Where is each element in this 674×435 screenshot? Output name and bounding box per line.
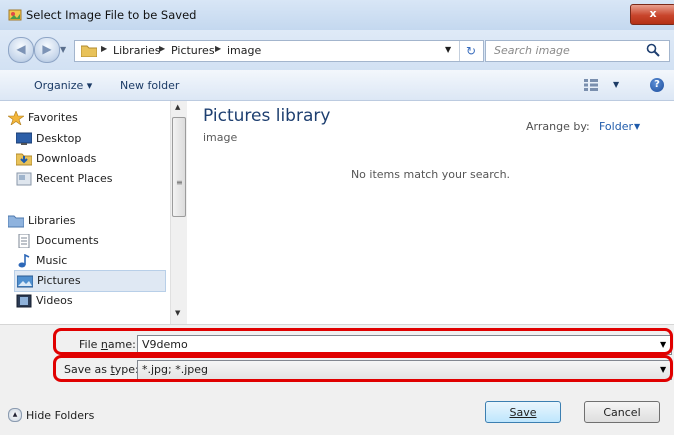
- highlight-file-name: [53, 328, 673, 355]
- sidebar-item-label: Music: [36, 254, 68, 267]
- folder-icon: [81, 45, 97, 57]
- sidebar-item-label: Libraries: [28, 214, 76, 227]
- new-folder-button[interactable]: New folder: [120, 79, 179, 92]
- navigation-scrollbar[interactable]: ▲ ≡ ▼: [170, 101, 187, 324]
- music-icon: [18, 254, 30, 268]
- chevron-right-icon: ▶: [159, 44, 166, 53]
- scroll-thumb[interactable]: ≡: [172, 117, 186, 217]
- search-placeholder: Search image: [494, 44, 570, 57]
- search-icon[interactable]: [646, 43, 660, 57]
- sidebar-item-label: Videos: [36, 294, 73, 307]
- navigation-pane: Favorites Desktop Downloads Recent Place…: [0, 101, 186, 324]
- help-icon[interactable]: ?: [650, 78, 664, 92]
- address-row: ◀ ▶ ▼ ▶ Libraries ▶ Pictures ▶ image ▼ ↻…: [0, 30, 674, 70]
- app-icon: [8, 9, 22, 21]
- collapse-icon[interactable]: ▲: [8, 408, 22, 422]
- sidebar-item-label: Favorites: [28, 111, 78, 124]
- hide-folders-button[interactable]: Hide Folders: [26, 409, 94, 422]
- scroll-up-icon[interactable]: ▲: [175, 103, 180, 111]
- organize-menu[interactable]: Organize ▾: [34, 79, 92, 92]
- downloads-icon: [16, 153, 32, 166]
- sidebar-item-libraries[interactable]: Libraries: [8, 211, 158, 231]
- videos-icon: [16, 294, 32, 308]
- star-icon: [8, 111, 24, 125]
- sidebar-item-videos[interactable]: Videos: [16, 291, 166, 311]
- documents-icon: [18, 234, 30, 248]
- scroll-down-icon[interactable]: ▼: [175, 309, 180, 317]
- pictures-icon: [17, 275, 33, 288]
- arrange-by-dropdown[interactable]: Folder: [599, 120, 633, 133]
- cancel-button[interactable]: Cancel: [584, 401, 660, 423]
- chevron-right-icon: ▶: [215, 44, 222, 53]
- refresh-icon[interactable]: ↻: [459, 41, 482, 61]
- grip-icon: ≡: [176, 178, 183, 187]
- recent-places-icon: [16, 172, 32, 186]
- sidebar-item-favorites[interactable]: Favorites: [8, 108, 158, 128]
- sidebar-item-label: Documents: [36, 234, 99, 247]
- sidebar-item-label: Desktop: [36, 132, 82, 145]
- file-list-pane[interactable]: Pictures library image Arrange by: Folde…: [187, 101, 674, 324]
- sidebar-item-recent-places[interactable]: Recent Places: [16, 169, 166, 189]
- arrange-by-label: Arrange by:: [526, 120, 590, 133]
- breadcrumb-pictures[interactable]: Pictures: [171, 44, 215, 57]
- breadcrumb-image[interactable]: image: [227, 44, 261, 57]
- recent-pages-dropdown[interactable]: ▼: [60, 45, 66, 54]
- sidebar-item-downloads[interactable]: Downloads: [16, 149, 166, 169]
- sidebar-item-label: Recent Places: [36, 172, 113, 185]
- sidebar-item-music[interactable]: Music: [16, 251, 166, 271]
- sidebar-item-desktop[interactable]: Desktop: [16, 129, 166, 149]
- highlight-save-type: [53, 355, 673, 382]
- views-icon[interactable]: [584, 79, 598, 91]
- sidebar-item-pictures[interactable]: Pictures: [14, 270, 166, 292]
- window-title: Select Image File to be Saved: [26, 8, 197, 22]
- breadcrumb-libraries[interactable]: Libraries: [113, 44, 161, 57]
- sidebar-item-label: Pictures: [37, 274, 81, 287]
- address-bar[interactable]: ▶ Libraries ▶ Pictures ▶ image ▼ ↻: [74, 40, 484, 62]
- sidebar-item-documents[interactable]: Documents: [16, 231, 166, 251]
- save-button[interactable]: Save: [485, 401, 561, 423]
- desktop-icon: [16, 132, 32, 145]
- close-button[interactable]: x: [630, 4, 674, 25]
- library-subtitle: image: [203, 131, 238, 144]
- back-button[interactable]: ◀: [8, 37, 34, 63]
- command-toolbar: Organize ▾ New folder ▼ ?: [0, 70, 674, 101]
- library-title: Pictures library: [203, 106, 331, 126]
- chevron-right-icon: ▶: [101, 44, 108, 53]
- forward-button[interactable]: ▶: [34, 37, 60, 63]
- sidebar-item-label: Downloads: [36, 152, 97, 165]
- title-bar: Select Image File to be Saved x: [0, 0, 674, 31]
- chevron-down-icon[interactable]: ▼: [634, 122, 640, 131]
- address-dropdown-icon[interactable]: ▼: [445, 45, 451, 54]
- empty-message: No items match your search.: [350, 168, 511, 181]
- libraries-icon: [8, 215, 24, 228]
- views-dropdown-icon[interactable]: ▼: [613, 80, 619, 89]
- search-input[interactable]: Search image: [485, 40, 670, 62]
